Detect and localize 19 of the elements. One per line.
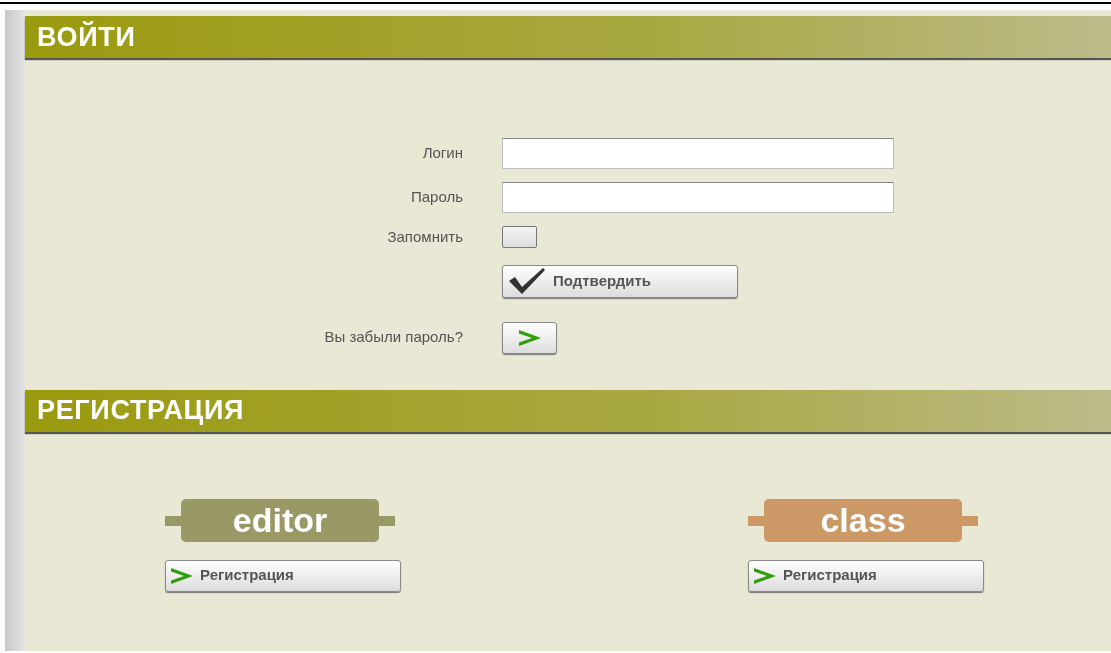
- forgot-password-button[interactable]: [502, 321, 557, 354]
- field-label: Вы забыли пароль?: [323, 327, 463, 348]
- checkmark-icon: [507, 267, 547, 295]
- arrow-icon: [517, 327, 542, 348]
- arrow-icon: [753, 565, 777, 586]
- field-label: Запомнить: [386, 227, 463, 247]
- register-button[interactable]: Регистрация: [748, 559, 984, 592]
- input-field[interactable]: [502, 182, 894, 213]
- section-header: РЕГИСТРАЦИЯ: [25, 389, 1111, 432]
- arrow-icon: [170, 565, 194, 586]
- tag-label: editor: [165, 498, 395, 542]
- input-field[interactable]: [502, 138, 894, 169]
- field-label: Логин: [421, 143, 463, 164]
- submit-button[interactable]: Подтвердить: [502, 264, 738, 298]
- checkbox[interactable]: [502, 226, 537, 249]
- section-header: ВОЙТИ: [25, 16, 1111, 58]
- field-label: Пароль: [409, 187, 463, 208]
- register-button[interactable]: Регистрация: [165, 559, 401, 592]
- tag-label: class: [748, 498, 978, 542]
